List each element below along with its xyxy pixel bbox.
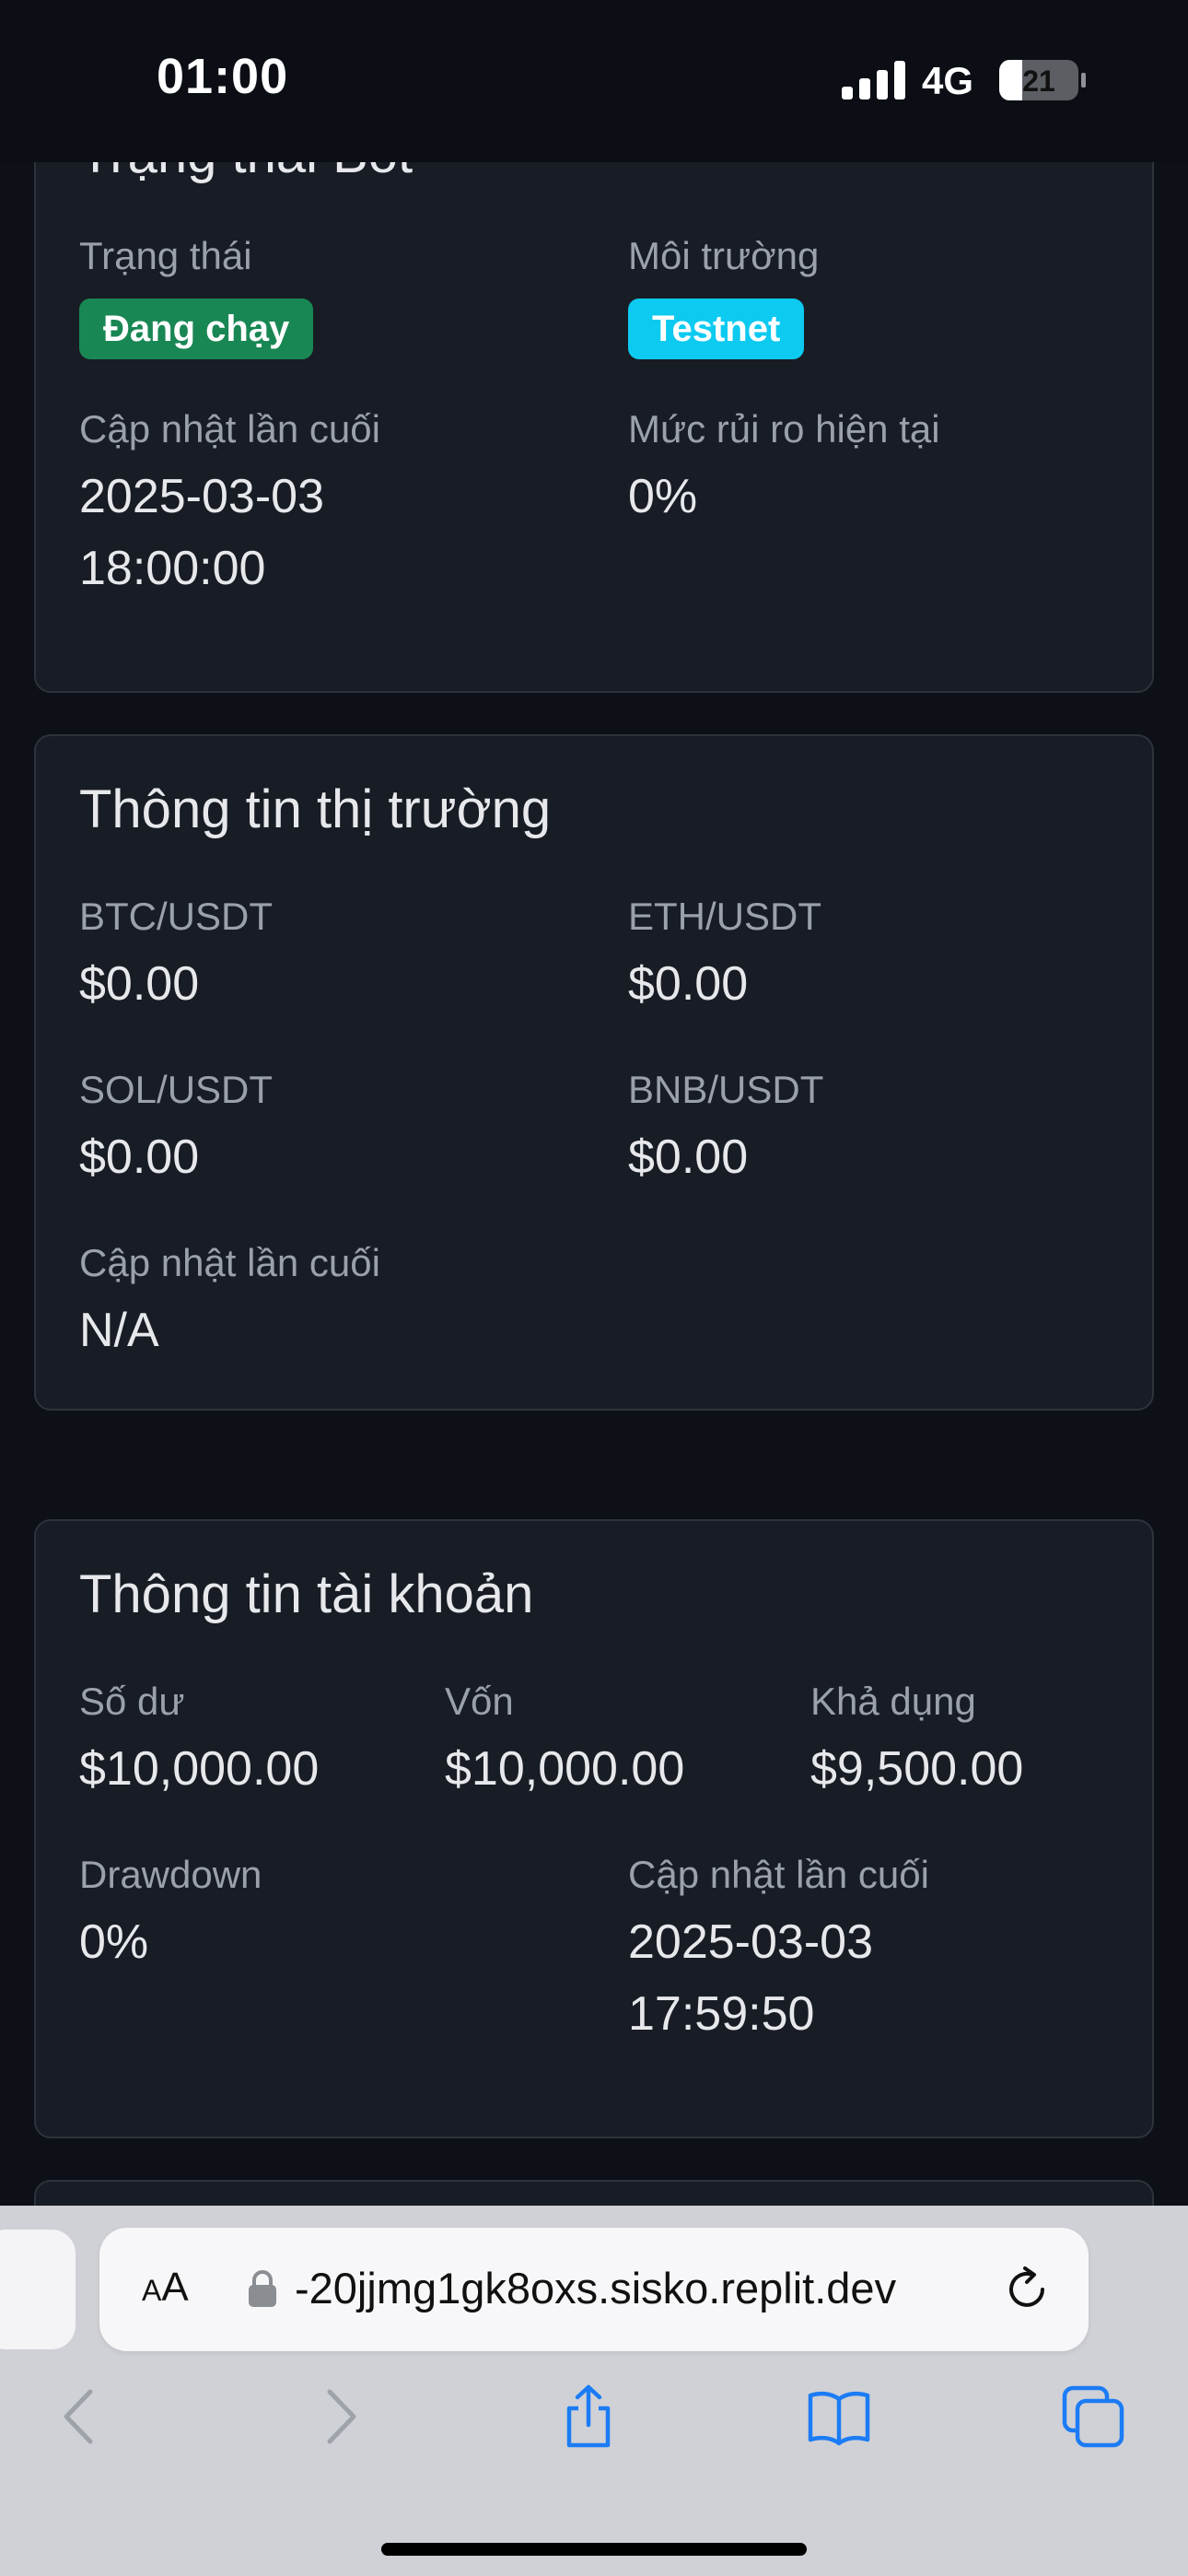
cellular-signal-icon: [842, 61, 905, 100]
available-value: $9,500.00: [810, 1742, 1024, 1796]
last-update-label: Cập nhật lần cuối: [79, 407, 380, 451]
pair-symbol-bnb: BNB/USDT: [628, 1068, 824, 1111]
share-icon[interactable]: [556, 2384, 621, 2449]
status-badge: Đang chạy: [79, 299, 314, 359]
previous-tab-preview[interactable]: [0, 2230, 76, 2349]
account-info-card: Thông tin tài khoản Số dư $10,000.00 Vốn…: [34, 1519, 1154, 2138]
risk-value: 0%: [628, 470, 698, 523]
last-update-date: 2025-03-03: [79, 470, 324, 523]
pair-price-btc: $0.00: [79, 957, 200, 1011]
forward-icon[interactable]: [308, 2384, 372, 2449]
home-indicator[interactable]: [381, 2543, 807, 2556]
battery-icon: 21: [999, 60, 1086, 100]
network-type-label: 4G: [922, 59, 974, 102]
balance-label: Số dư: [79, 1680, 185, 1723]
drawdown-label: Drawdown: [79, 1853, 262, 1896]
tabs-icon[interactable]: [1061, 2384, 1125, 2449]
battery-level: 21: [1022, 64, 1055, 98]
last-update-time: 18:00:00: [79, 542, 266, 595]
environment-label: Môi trường: [628, 234, 820, 277]
account-info-title: Thông tin tài khoản: [79, 1564, 534, 1624]
equity-label: Vốn: [445, 1680, 514, 1723]
market-last-update-label: Cập nhật lần cuối: [79, 1241, 380, 1284]
browser-bottom-bar: AA -20jjmg1gk8oxs.sisko.replit.dev: [0, 2206, 1188, 2576]
pair-price-sol: $0.00: [79, 1130, 200, 1184]
pair-price-bnb: $0.00: [628, 1130, 749, 1184]
address-bar[interactable]: AA -20jjmg1gk8oxs.sisko.replit.dev: [99, 2228, 1089, 2351]
reader-options-button[interactable]: AA: [142, 2265, 189, 2311]
status-label: Trạng thái: [79, 234, 252, 277]
account-last-update-date: 2025-03-03: [628, 1915, 873, 1969]
equity-value: $10,000.00: [445, 1742, 685, 1796]
bookmarks-icon[interactable]: [807, 2384, 871, 2449]
status-time: 01:00: [157, 49, 289, 104]
account-last-update-label: Cập nhật lần cuối: [628, 1853, 929, 1896]
balance-value: $10,000.00: [79, 1742, 320, 1796]
bot-status-card: Trạng thái Bot Trạng thái Đang chạy Môi …: [34, 92, 1154, 693]
drawdown-value: 0%: [79, 1915, 149, 1969]
environment-badge: Testnet: [628, 299, 805, 359]
risk-label: Mức rủi ro hiện tại: [628, 407, 940, 451]
market-info-card: Thông tin thị trường BTC/USDT $0.00 ETH/…: [34, 734, 1154, 1411]
lock-icon: [249, 2270, 276, 2307]
reload-icon[interactable]: [1002, 2265, 1052, 2314]
market-info-title: Thông tin thị trường: [79, 779, 552, 839]
account-last-update-time: 17:59:50: [628, 1987, 815, 2041]
pair-symbol-eth: ETH/USDT: [628, 895, 821, 938]
pair-symbol-btc: BTC/USDT: [79, 895, 273, 938]
pair-symbol-sol: SOL/USDT: [79, 1068, 274, 1111]
pair-price-eth: $0.00: [628, 957, 749, 1011]
market-last-update-value: N/A: [79, 1304, 159, 1357]
status-bar: 01:00 4G 21: [0, 0, 1188, 162]
url-text[interactable]: -20jjmg1gk8oxs.sisko.replit.dev: [295, 2263, 896, 2313]
back-icon[interactable]: [48, 2384, 112, 2449]
available-label: Khả dụng: [810, 1680, 976, 1723]
